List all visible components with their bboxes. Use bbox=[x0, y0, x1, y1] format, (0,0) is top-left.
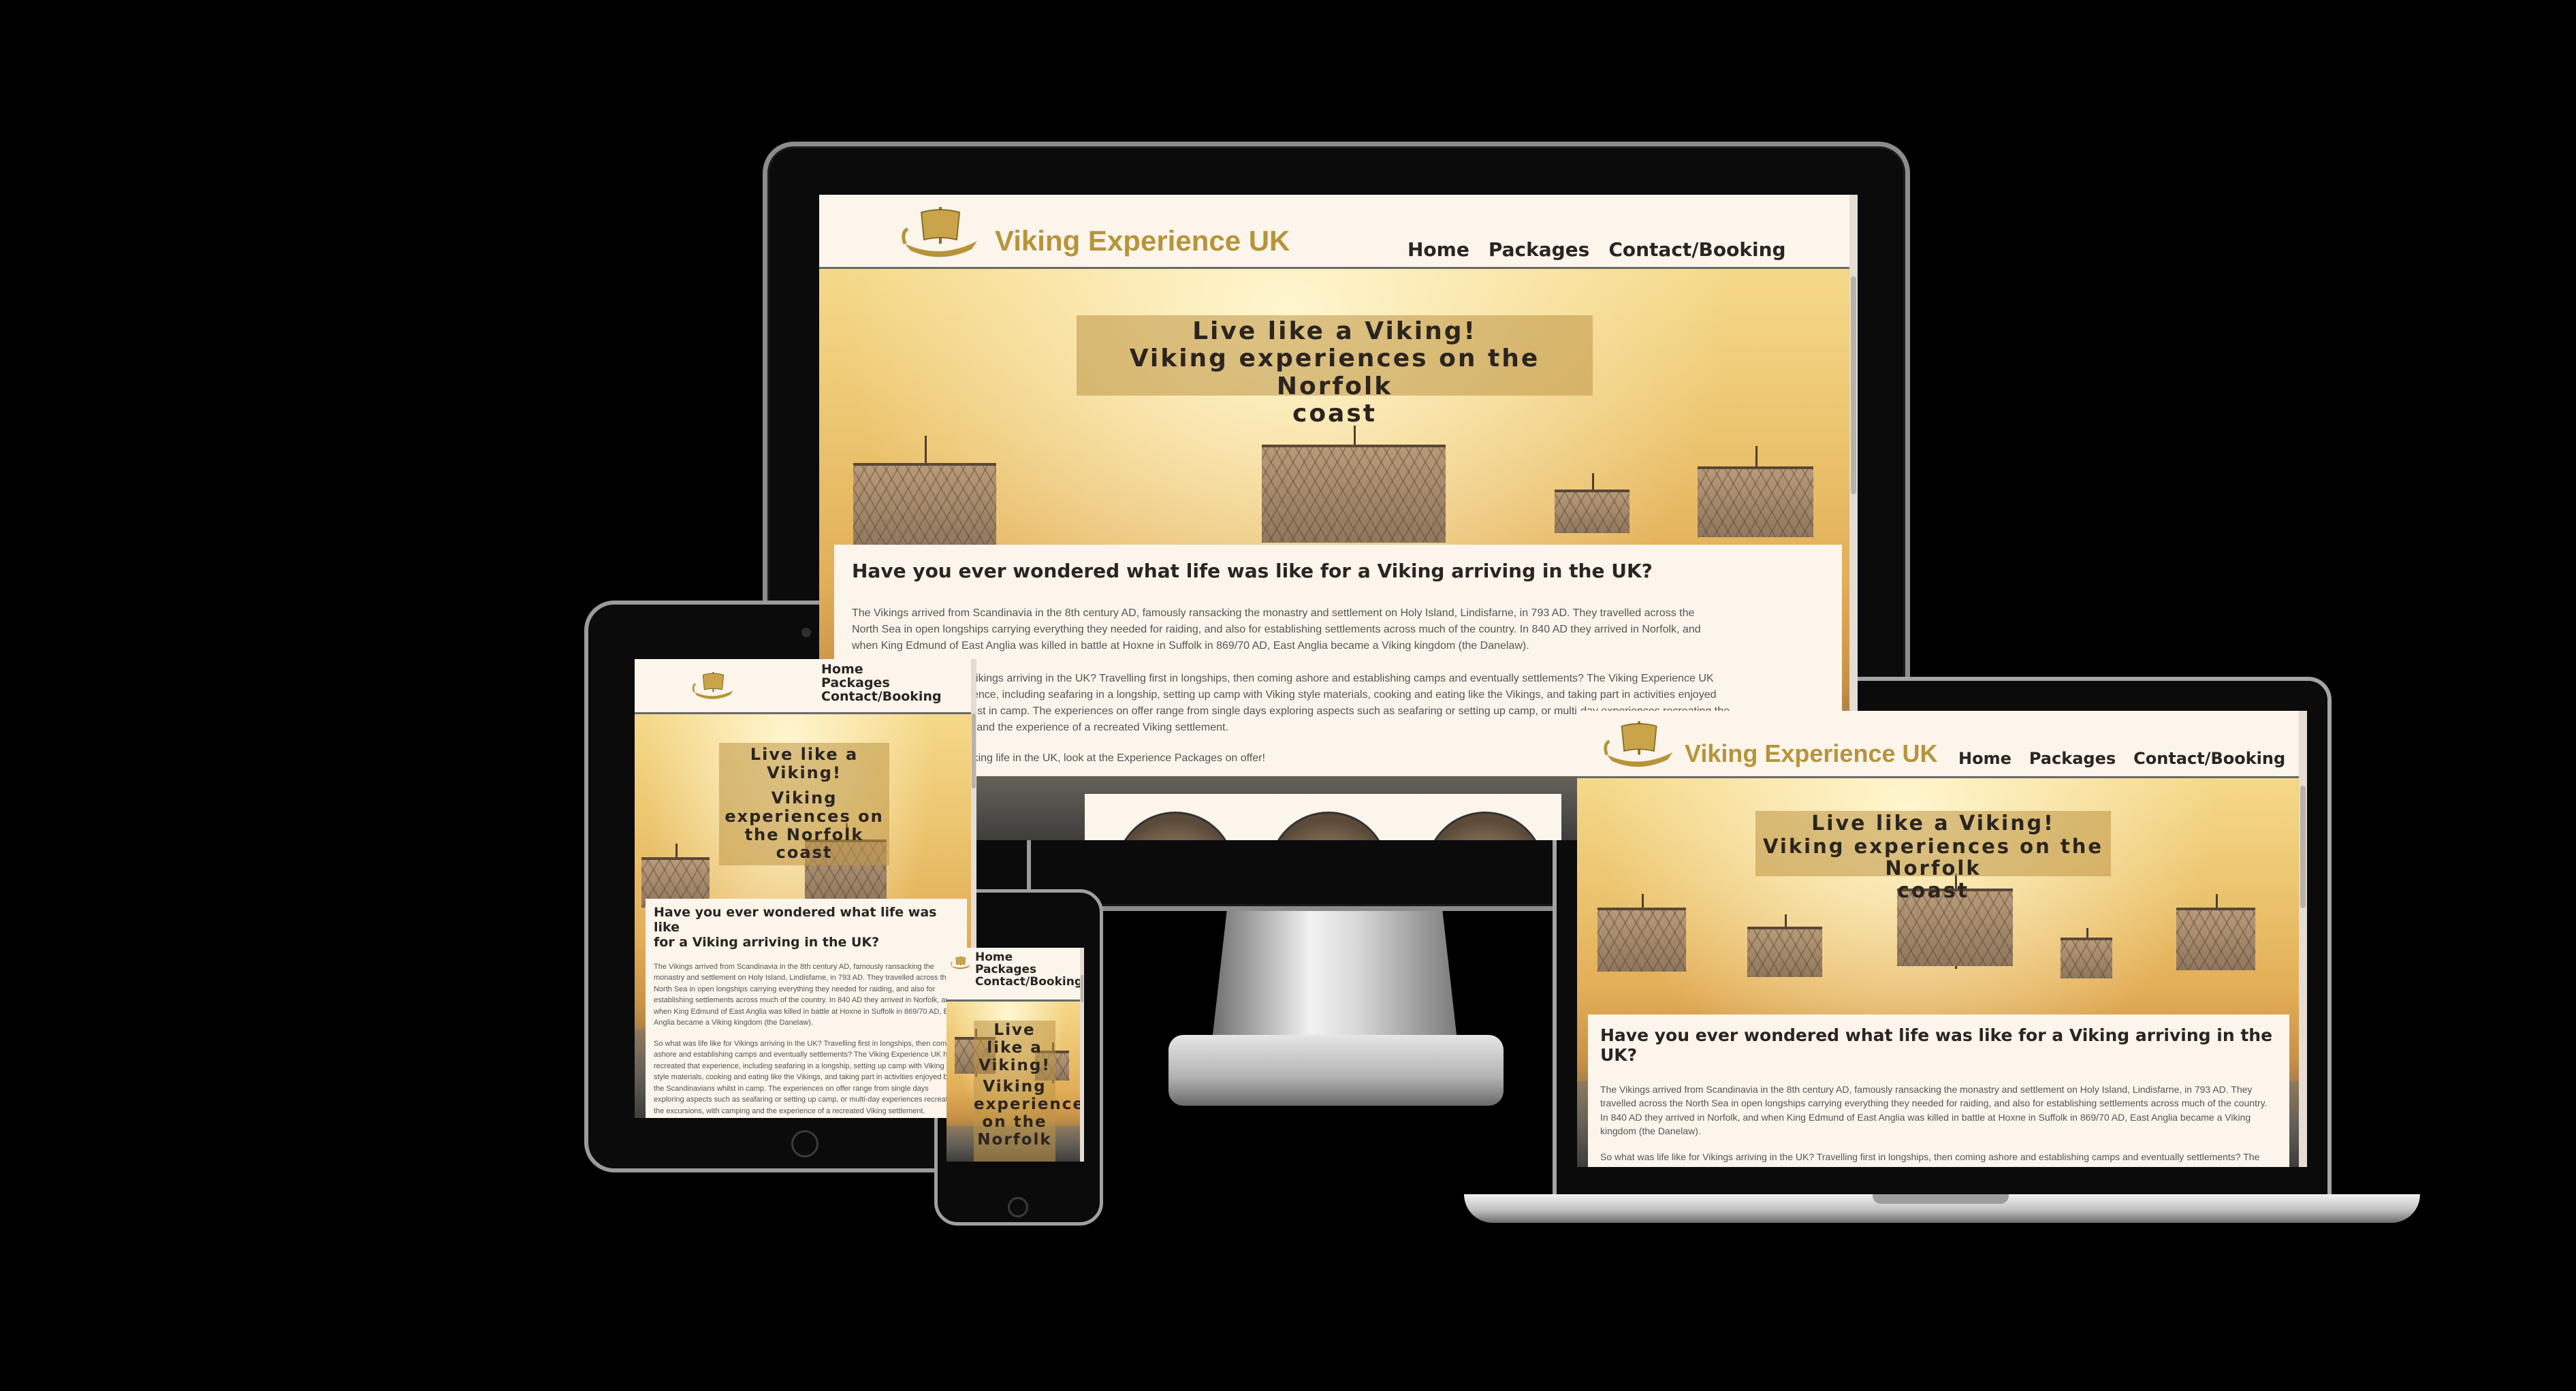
nav-packages[interactable]: Packages bbox=[975, 963, 1083, 976]
main-nav: Home Packages Contact/Booking bbox=[821, 662, 942, 704]
intro-paragraph-1: The Vikings arrived from Scandinavia in … bbox=[1600, 1084, 2268, 1136]
monitor-stand-base bbox=[1168, 1035, 1504, 1106]
intro-paragraph-1: The Vikings arrived from Scandinavia in … bbox=[654, 962, 959, 1027]
laptop-notch bbox=[1873, 1194, 2009, 1204]
site-header: Viking Experience UK Home Packages Conta… bbox=[819, 195, 1858, 269]
main-nav: Home Packages Contact/Booking bbox=[1408, 238, 1786, 261]
intro-heading: Have you ever wondered what life was lik… bbox=[852, 560, 1653, 582]
tablet-home-button-icon bbox=[791, 1130, 818, 1157]
hero-tagline: Live like a Viking! Viking experiences o… bbox=[1077, 315, 1593, 428]
nav-home[interactable]: Home bbox=[1408, 238, 1469, 261]
phone-screen: Home Packages Contact/Booking Live like … bbox=[947, 948, 1084, 1162]
intro-heading: Have you ever wondered what life was lik… bbox=[654, 905, 937, 950]
scrollbar-thumb[interactable] bbox=[1081, 975, 1083, 1002]
nav-contact-booking[interactable]: Contact/Booking bbox=[821, 690, 942, 704]
longship-logo-icon[interactable] bbox=[951, 955, 971, 971]
longship-logo-icon[interactable] bbox=[901, 202, 981, 263]
nav-home[interactable]: Home bbox=[821, 662, 942, 677]
longship-logo-icon[interactable] bbox=[692, 669, 735, 703]
hero-tagline: Live like a Viking! Viking experiences o… bbox=[974, 1021, 1084, 1162]
nav-packages[interactable]: Packages bbox=[1489, 238, 1589, 261]
brand-title[interactable]: Viking Experience UK bbox=[995, 225, 1290, 257]
hero-image: Live like a Viking! Viking experiences o… bbox=[947, 1002, 1084, 1162]
intro-heading: Have you ever wondered what life was lik… bbox=[1600, 1025, 2273, 1065]
nav-packages[interactable]: Packages bbox=[821, 676, 942, 690]
package-image[interactable] bbox=[1269, 812, 1388, 840]
monitor-stand-neck bbox=[1212, 911, 1457, 1040]
longship-logo-icon[interactable] bbox=[1603, 716, 1676, 772]
scrollbar[interactable] bbox=[2299, 711, 2307, 1167]
scrollbar-thumb[interactable] bbox=[1851, 276, 1856, 494]
nav-packages[interactable]: Packages bbox=[2029, 749, 2116, 768]
nav-contact-booking[interactable]: Contact/Booking bbox=[975, 976, 1083, 989]
site-header: Home Packages Contact/Booking bbox=[635, 659, 976, 714]
main-nav: Home Packages Contact/Booking bbox=[975, 951, 1083, 989]
scrollbar-thumb[interactable] bbox=[2300, 786, 2306, 908]
intro-paragraph-1: The Vikings arrived from Scandinavia in … bbox=[852, 607, 1701, 652]
nav-home[interactable]: Home bbox=[1958, 749, 2011, 768]
intro-card: Have you ever wondered what life was lik… bbox=[646, 899, 967, 1118]
hero-tagline: Live like a Viking! Viking experiences o… bbox=[1755, 811, 2111, 902]
laptop-screen: Viking Experience UK Home Packages Conta… bbox=[1577, 711, 2307, 1167]
scrollbar-thumb[interactable] bbox=[972, 714, 976, 788]
main-nav: Home Packages Contact/Booking bbox=[1958, 749, 2285, 768]
intro-card: Have you ever wondered what life was lik… bbox=[1588, 1014, 2289, 1167]
packages-strip bbox=[1085, 794, 1561, 840]
site-header: Viking Experience UK Home Packages Conta… bbox=[1577, 711, 2307, 778]
package-image[interactable] bbox=[1115, 812, 1235, 840]
intro-paragraph-2: So what was life like for Vikings arrivi… bbox=[1600, 1151, 2260, 1167]
site-header: Home Packages Contact/Booking bbox=[947, 948, 1084, 1002]
nav-contact-booking[interactable]: Contact/Booking bbox=[2133, 749, 2285, 768]
hero-tagline: Live like a Viking! Viking experiences o… bbox=[719, 743, 889, 865]
tablet-camera-icon bbox=[801, 628, 811, 637]
tablet-screen: Home Packages Contact/Booking Live like … bbox=[635, 659, 976, 1118]
nav-contact-booking[interactable]: Contact/Booking bbox=[1608, 238, 1785, 261]
package-image[interactable] bbox=[1425, 812, 1545, 840]
intro-paragraph-2: So what was life like for Vikings arrivi… bbox=[654, 1039, 958, 1115]
brand-title[interactable]: Viking Experience UK bbox=[1685, 739, 1937, 768]
phone-home-button-icon bbox=[1008, 1197, 1028, 1217]
